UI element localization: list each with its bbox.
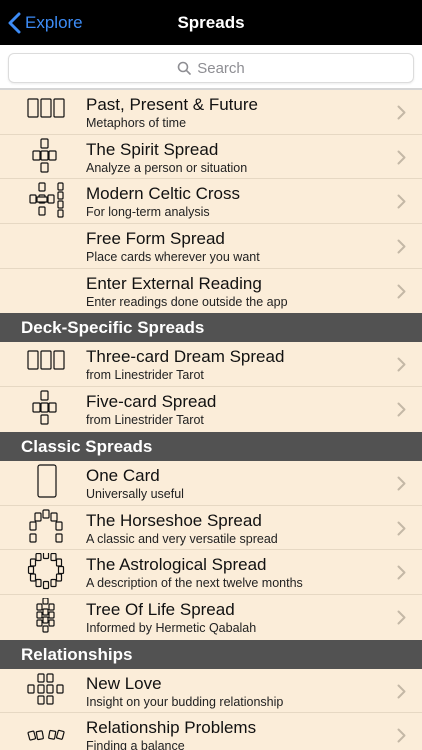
spreads-list: Past, Present & Future Metaphors of time T… bbox=[0, 90, 422, 750]
item-subtitle: Metaphors of time bbox=[86, 116, 187, 130]
item-title: The Horseshoe Spread bbox=[86, 510, 262, 530]
item-title: Three-card Dream Spread bbox=[86, 347, 285, 367]
horseshoe-icon bbox=[0, 506, 86, 550]
icon-placeholder bbox=[0, 224, 86, 268]
item-title: Tree Of Life Spread bbox=[86, 599, 235, 619]
three-card-icon bbox=[0, 342, 86, 386]
item-title: New Love bbox=[86, 673, 162, 693]
cross-spread-icon bbox=[0, 387, 86, 431]
chevron-right-icon bbox=[397, 357, 406, 372]
disclosure-indicator bbox=[397, 476, 406, 496]
celtic-cross-icon bbox=[0, 179, 86, 223]
list-item[interactable]: Enter External Reading Enter readings don… bbox=[0, 269, 422, 314]
item-title: Past, Present & Future bbox=[86, 95, 258, 114]
chevron-right-icon bbox=[397, 194, 406, 209]
chevron-right-icon bbox=[397, 402, 406, 417]
disclosure-indicator bbox=[397, 194, 406, 214]
tree-of-life-icon bbox=[0, 595, 86, 639]
item-title: Free Form Spread bbox=[86, 229, 225, 249]
relationship-icon bbox=[0, 713, 86, 750]
item-subtitle: A classic and very versatile spread bbox=[86, 531, 278, 546]
chevron-right-icon bbox=[397, 610, 406, 625]
list-item[interactable]: Three-card Dream Spread from Linestrider … bbox=[0, 342, 422, 388]
section-header: Relationships bbox=[0, 639, 422, 669]
disclosure-indicator bbox=[397, 610, 406, 630]
single-card-icon bbox=[0, 461, 86, 505]
search-bar: Search bbox=[0, 45, 422, 90]
item-title: One Card bbox=[86, 465, 160, 485]
disclosure-indicator bbox=[397, 150, 406, 170]
item-title: The Astrological Spread bbox=[86, 555, 267, 575]
search-placeholder: Search bbox=[197, 59, 245, 77]
disclosure-indicator bbox=[397, 684, 406, 704]
disclosure-indicator bbox=[397, 402, 406, 422]
list-item[interactable]: The Horseshoe Spread A classic and very v… bbox=[0, 506, 422, 551]
section-header: Classic Spreads bbox=[0, 431, 422, 461]
item-subtitle: Universally useful bbox=[86, 486, 184, 501]
chevron-right-icon bbox=[397, 684, 406, 699]
item-subtitle: from Linestrider Tarot bbox=[86, 368, 204, 383]
item-subtitle: For long-term analysis bbox=[86, 205, 210, 220]
section-header: Deck-Specific Spreads bbox=[0, 313, 422, 343]
disclosure-indicator bbox=[397, 239, 406, 259]
chevron-right-icon bbox=[397, 239, 406, 254]
disclosure-indicator bbox=[397, 521, 406, 541]
list-item[interactable]: New Love Insight on your budding relation… bbox=[0, 669, 422, 714]
back-button[interactable]: Explore bbox=[8, 0, 83, 45]
disclosure-indicator bbox=[397, 105, 406, 125]
chevron-right-icon bbox=[397, 284, 406, 299]
chevron-right-icon bbox=[397, 150, 406, 165]
list-item[interactable]: Past, Present & Future Metaphors of time bbox=[0, 90, 422, 135]
item-title: The Spirit Spread bbox=[86, 139, 219, 159]
item-subtitle: Enter readings done outside the app bbox=[86, 294, 288, 309]
cross-spread-icon bbox=[0, 135, 86, 179]
item-title: Five-card Spread bbox=[86, 392, 217, 412]
item-subtitle: Insight on your budding relationship bbox=[86, 694, 284, 709]
new-love-icon bbox=[0, 669, 86, 713]
chevron-left-icon bbox=[8, 12, 21, 33]
circle-spread-icon bbox=[0, 550, 86, 594]
disclosure-indicator bbox=[397, 357, 406, 377]
chevron-right-icon bbox=[397, 476, 406, 491]
list-item[interactable]: The Astrological Spread A description of … bbox=[0, 550, 422, 595]
search-input[interactable]: Search bbox=[8, 53, 414, 83]
list-item[interactable]: Relationship Problems Finding a balance bbox=[0, 713, 422, 750]
chevron-right-icon bbox=[397, 728, 406, 743]
three-card-icon bbox=[0, 90, 86, 134]
item-subtitle: Finding a balance bbox=[86, 739, 185, 750]
item-title: Modern Celtic Cross bbox=[86, 184, 240, 204]
search-icon bbox=[177, 61, 192, 75]
list-item[interactable]: Modern Celtic Cross For long-term analysi… bbox=[0, 179, 422, 225]
item-subtitle: from Linestrider Tarot bbox=[86, 413, 204, 428]
navigation-bar: Explore Spreads bbox=[0, 0, 422, 45]
disclosure-indicator bbox=[397, 284, 406, 304]
back-label: Explore bbox=[25, 12, 83, 32]
chevron-right-icon bbox=[397, 105, 406, 120]
disclosure-indicator bbox=[397, 728, 406, 748]
item-title: Enter External Reading bbox=[86, 273, 262, 293]
item-subtitle: A description of the next twelve months bbox=[86, 576, 303, 591]
item-subtitle: Analyze a person or situation bbox=[86, 160, 248, 175]
chevron-right-icon bbox=[397, 521, 406, 535]
list-item[interactable]: Tree Of Life Spread Informed by Hermetic … bbox=[0, 595, 422, 640]
list-item[interactable]: Free Form Spread Place cards wherever you… bbox=[0, 224, 422, 269]
item-title: Relationship Problems bbox=[86, 718, 257, 738]
item-subtitle: Place cards wherever you want bbox=[86, 250, 260, 265]
item-subtitle: Informed by Hermetic Qabalah bbox=[86, 620, 257, 635]
disclosure-indicator bbox=[397, 565, 406, 585]
list-item[interactable]: One Card Universally useful bbox=[0, 461, 422, 506]
list-item[interactable]: The Spirit Spread Analyze a person or sit… bbox=[0, 135, 422, 180]
icon-placeholder bbox=[0, 269, 86, 313]
list-item[interactable]: Five-card Spread from Linestrider Tarot bbox=[0, 387, 422, 432]
chevron-right-icon bbox=[397, 565, 406, 580]
